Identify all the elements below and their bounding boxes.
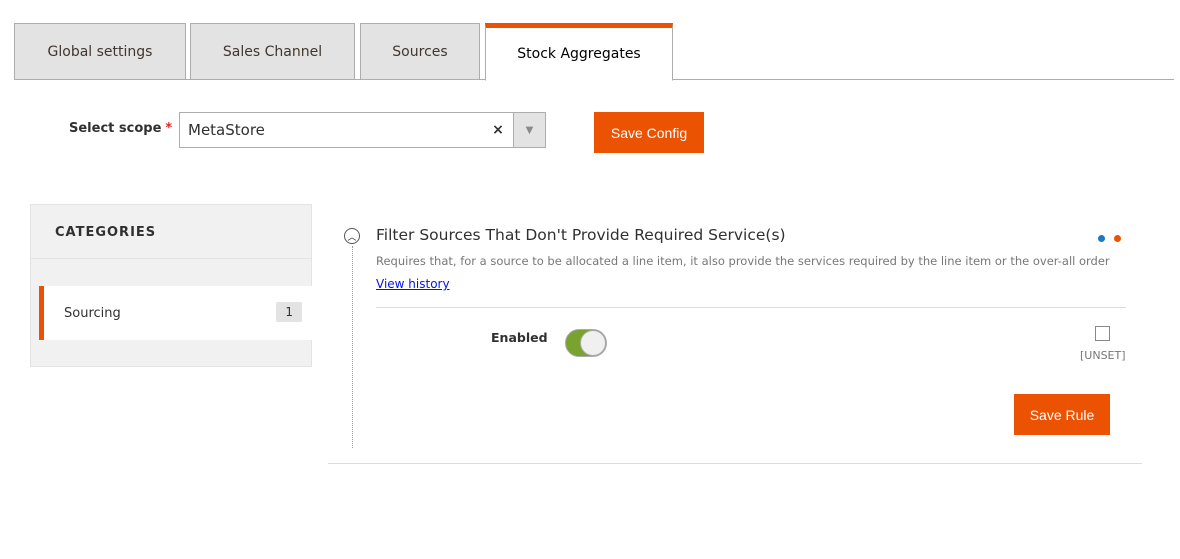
enabled-label: Enabled [491, 330, 548, 345]
required-marker: * [165, 121, 173, 136]
enabled-toggle[interactable] [565, 329, 607, 357]
tab-global-settings[interactable]: Global settings [14, 23, 186, 80]
clear-icon[interactable]: × [483, 122, 513, 138]
categories-panel: CATEGORIES Sourcing 1 [30, 204, 312, 367]
divider [376, 307, 1126, 308]
toggle-knob [580, 330, 606, 356]
tab-label: Sources [392, 43, 448, 60]
chevron-down-icon[interactable]: ▼ [513, 113, 545, 147]
unset-label: [UNSET] [1080, 349, 1126, 362]
scope-value: MetaStore [188, 121, 265, 139]
status-dot-icon [1098, 235, 1105, 242]
scope-select[interactable]: MetaStore × ▼ [179, 112, 546, 148]
category-label: Sourcing [64, 305, 121, 321]
status-dot-icon [1114, 235, 1121, 242]
rule-divider [352, 246, 353, 448]
save-config-button[interactable]: Save Config [594, 112, 704, 153]
divider [328, 463, 1142, 464]
tab-stock-aggregates[interactable]: Stock Aggregates [485, 23, 673, 81]
tab-label: Sales Channel [222, 43, 323, 60]
save-rule-button[interactable]: Save Rule [1014, 394, 1110, 435]
tab-bar: Global settings Sales Channel Sources St… [14, 23, 1174, 81]
categories-title: CATEGORIES [31, 205, 311, 259]
scope-label: Select scope * [69, 121, 172, 136]
category-item-sourcing[interactable]: Sourcing 1 [39, 286, 312, 340]
view-history-link[interactable]: View history [376, 277, 450, 291]
chevron-up-icon[interactable]: ︿ [344, 228, 360, 244]
tab-sales-channel[interactable]: Sales Channel [190, 23, 355, 80]
rule-description: Requires that, for a source to be alloca… [376, 254, 1110, 268]
tab-sources[interactable]: Sources [360, 23, 480, 80]
scope-label-text: Select scope [69, 121, 162, 136]
tab-label: Global settings [47, 43, 153, 60]
unset-checkbox[interactable] [1095, 326, 1110, 341]
rule-title: Filter Sources That Don't Provide Requir… [376, 226, 786, 244]
tab-label: Stock Aggregates [517, 46, 641, 62]
category-count-badge: 1 [276, 302, 302, 322]
